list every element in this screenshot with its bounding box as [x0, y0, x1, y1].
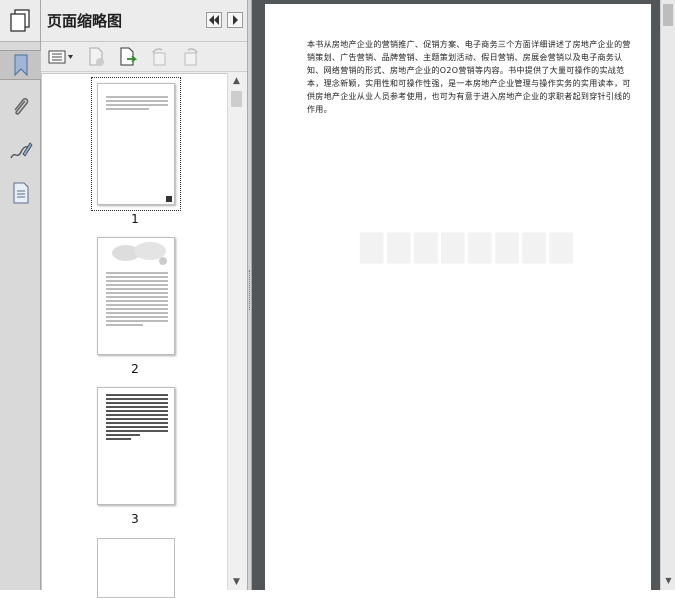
delete-page-button[interactable] [85, 47, 109, 67]
document-paragraph: 本书从房地产企业的营销推广、促销方案、电子商务三个方面详细讲述了房地产企业的营销… [307, 40, 631, 114]
document-icon [13, 182, 28, 204]
scrollbar-thumb[interactable] [231, 91, 242, 107]
thumbnail-toolbar [41, 42, 247, 72]
expand-panel-button[interactable] [227, 12, 243, 28]
collapse-panel-button[interactable] [206, 12, 222, 28]
faint-background-artifact: ▇▇▇▇▇▇▇▇ [360, 229, 577, 264]
options-menu-icon [48, 50, 73, 64]
scroll-up-icon[interactable]: ▲ [228, 73, 245, 89]
page-thumbnail-1[interactable] [91, 77, 181, 211]
splitter-grip[interactable] [249, 270, 250, 310]
right-arrow-icon [233, 15, 238, 25]
rotate-left-button[interactable] [147, 47, 171, 67]
scroll-down-icon[interactable]: ▼ [661, 576, 675, 590]
document-page: 本书从房地产企业的营销推广、促销方案、电子商务三个方面详细讲述了房地产企业的营销… [265, 4, 651, 590]
paperclip-icon [13, 97, 28, 115]
content-panel-button[interactable] [0, 178, 41, 208]
insert-page-icon [120, 47, 138, 66]
signatures-panel-button[interactable] [0, 136, 41, 166]
attachments-panel-button[interactable] [0, 92, 41, 122]
thumbnail-text-lines [106, 272, 168, 328]
thumbnail-marker [166, 196, 172, 202]
document-scrollbar[interactable]: ▼ [660, 0, 675, 590]
rotate-right-icon [184, 48, 198, 66]
bookmarks-panel-button[interactable] [0, 50, 41, 80]
thumbnail-text-lines [106, 394, 168, 442]
page-thumbnail-2[interactable] [97, 237, 175, 355]
thumbnail-map-image [108, 241, 170, 267]
double-left-arrow-icon [209, 15, 219, 25]
delete-page-icon [89, 47, 104, 66]
thumbnail-list: 1 2 3 [41, 73, 227, 598]
options-menu-button[interactable] [47, 47, 75, 67]
pages-icon [10, 8, 30, 32]
page-thumbnail-3[interactable] [97, 387, 175, 505]
scroll-down-icon[interactable]: ▼ [228, 574, 245, 590]
page-number-3: 3 [131, 512, 139, 526]
page-number-2: 2 [131, 362, 139, 376]
insert-page-button[interactable] [117, 47, 141, 67]
pages-panel-button[interactable] [0, 0, 40, 42]
navigation-rail [0, 0, 41, 590]
signature-icon [9, 142, 33, 159]
thumbnail-scrollbar[interactable]: ▲ ▼ [227, 73, 244, 590]
page-thumbnail-4[interactable] [97, 538, 175, 598]
document-scrollbar-thumb[interactable] [663, 4, 673, 26]
thumbnail-text-lines [106, 96, 168, 112]
page-number-1: 1 [131, 212, 139, 226]
document-view: 本书从房地产企业的营销推广、促销方案、电子商务三个方面详细讲述了房地产企业的营销… [252, 0, 675, 590]
bookmark-icon [14, 54, 27, 77]
page-thumbnails-panel: 页面缩略图 1 2 3 ▲ ▼ [41, 0, 247, 598]
panel-title: 页面缩略图 [47, 12, 123, 30]
panel-header: 页面缩略图 [41, 0, 247, 42]
rotate-left-icon [152, 48, 166, 66]
rotate-right-button[interactable] [179, 47, 203, 67]
